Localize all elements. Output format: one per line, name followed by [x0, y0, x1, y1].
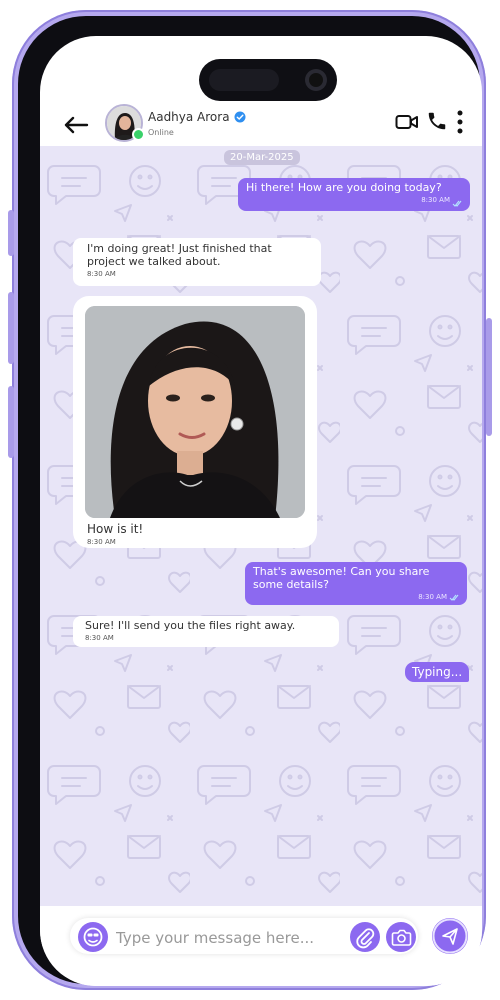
volume-up-button: [8, 292, 14, 364]
message-text: I'm doing great! Just finished that proj…: [87, 242, 272, 268]
attach-button[interactable]: [350, 922, 380, 952]
message-time: 8:30 AM: [85, 634, 114, 642]
message-composer: [40, 906, 482, 986]
message-bubble-incoming[interactable]: Sure! I'll send you the files right away…: [73, 616, 339, 647]
message-time: 8:30 AM: [87, 538, 116, 546]
send-button[interactable]: [432, 918, 468, 954]
online-dot: [132, 128, 145, 141]
portrait-image: [85, 306, 305, 518]
message-bubble-outgoing[interactable]: That's awesome! Can you share some detai…: [245, 562, 467, 605]
date-chip: 20-Mar-2025: [224, 150, 300, 165]
emoji-button[interactable]: [78, 922, 108, 952]
message-text: Sure! I'll send you the files right away…: [85, 619, 296, 632]
camera-icon: [391, 929, 412, 946]
message-time: 8:30 AM: [87, 270, 116, 278]
send-icon: [432, 918, 468, 954]
message-bubble-outgoing[interactable]: Hi there! How are you doing today? 8:30 …: [238, 178, 470, 211]
message-time: 8:30 AM: [421, 196, 450, 204]
camera-button[interactable]: [386, 922, 416, 952]
message-text: Hi there! How are you doing today?: [246, 181, 442, 194]
shared-photo[interactable]: [85, 306, 305, 518]
message-text: That's awesome! Can you share some detai…: [253, 565, 430, 591]
message-time: 8:30 AM: [418, 593, 447, 601]
phone-call-icon[interactable]: [426, 110, 448, 132]
message-bubble-incoming[interactable]: I'm doing great! Just finished that proj…: [73, 238, 321, 286]
message-input[interactable]: [114, 925, 348, 951]
chat-header: Aadhya Arora Online: [40, 104, 482, 146]
island-pill: [209, 69, 279, 91]
attach-icon: [356, 928, 375, 949]
double-check-icon: [449, 594, 459, 601]
phone-bezel: Aadhya Arora Online 20-Mar-2025 Hi there…: [18, 16, 482, 986]
phone-frame: Aadhya Arora Online 20-Mar-2025 Hi there…: [12, 10, 486, 990]
verified-icon: [234, 111, 246, 123]
image-message[interactable]: How is it! 8:30 AM: [73, 296, 317, 548]
front-camera-icon: [305, 69, 327, 91]
volume-down-button: [8, 386, 14, 458]
contact-status: Online: [148, 128, 174, 137]
more-vertical-icon[interactable]: [456, 110, 464, 134]
contact-name[interactable]: Aadhya Arora: [148, 110, 230, 124]
screen: Aadhya Arora Online 20-Mar-2025 Hi there…: [40, 36, 482, 986]
video-call-icon[interactable]: [395, 112, 419, 132]
mute-switch: [8, 210, 14, 256]
emoji-icon: [83, 927, 103, 947]
double-check-icon: [452, 200, 462, 207]
back-arrow-icon[interactable]: [63, 112, 89, 138]
typing-indicator: Typing...: [405, 662, 470, 682]
image-caption: How is it!: [87, 522, 144, 536]
chat-area: 20-Mar-2025 Hi there! How are you doing …: [40, 146, 482, 906]
dynamic-island: [199, 59, 337, 101]
power-button: [486, 318, 492, 436]
